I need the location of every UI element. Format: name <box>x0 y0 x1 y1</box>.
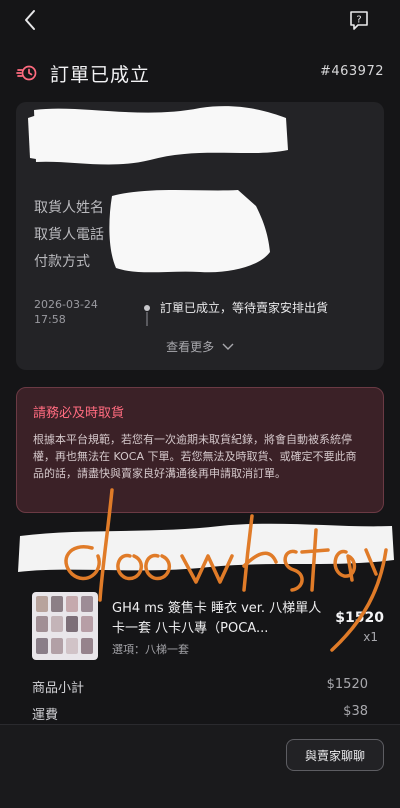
subtotal-label: 商品小計 <box>32 681 85 696</box>
subtotal-value: $1520 <box>326 677 368 692</box>
timeline-date-time: 17:58 <box>34 313 66 326</box>
help-button[interactable]: ? <box>348 9 372 33</box>
alert-title: 請務必及時取貨 <box>33 406 125 421</box>
order-status-title: 訂單已成立 <box>50 63 151 86</box>
payment-method-label: 付款方式 <box>34 254 90 270</box>
timeline-line <box>146 312 148 326</box>
pickup-warning-alert: 請務必及時取貨 根據本平台規範，若您有一次逾期未取貨紀錄，將會自動被系統停權，再… <box>16 387 384 513</box>
order-info-card: 取貨人姓名 取貨人電話 付款方式 2026-03-24 17:58 訂單已成立，… <box>16 102 384 370</box>
product-name: GH4 ms 簽售卡 睡衣 ver. 八梯單人卡一套 八卡八專（POCA... <box>112 601 322 636</box>
chevron-down-icon <box>222 343 234 350</box>
chevron-left-icon <box>25 10 35 30</box>
order-header: 訂單已成立 #463972 <box>16 58 384 88</box>
recipient-phone-label: 取貨人電話 <box>34 227 104 243</box>
order-status-icon <box>16 65 37 81</box>
recipient-name-label: 取貨人姓名 <box>34 200 104 216</box>
chat-with-seller-button[interactable]: 與賣家聊聊 <box>286 739 384 771</box>
help-chat-icon: ? <box>350 11 368 30</box>
svg-text:?: ? <box>356 15 361 26</box>
shipping-value: $38 <box>343 704 368 719</box>
see-more-label: 查看更多 <box>166 340 215 354</box>
back-button[interactable] <box>16 6 44 34</box>
product-row[interactable]: GH4 ms 簽售卡 睡衣 ver. 八梯單人卡一套 八卡八專（POCA... … <box>16 580 384 660</box>
timeline-date-day: 2026-03-24 <box>34 298 98 311</box>
redaction-scribble-banner <box>18 523 394 572</box>
order-number: #463972 <box>319 64 384 79</box>
product-thumbnail <box>32 592 98 660</box>
alert-body: 根據本平台規範，若您有一次逾期未取貨紀錄，將會自動被系統停權，再也無法在 KOC… <box>33 433 357 480</box>
timeline-dot <box>144 305 150 311</box>
timeline-event: 訂單已成立，等待賣家安排出貨 <box>160 301 329 315</box>
see-more-button[interactable]: 查看更多 <box>16 338 384 355</box>
product-option: 選項：八梯一套 <box>112 643 189 656</box>
timeline-date: 2026-03-24 17:58 <box>34 297 114 327</box>
shipping-label: 運費 <box>32 708 59 723</box>
top-bar: ? <box>0 0 400 44</box>
product-price: $1520 <box>335 610 384 626</box>
product-quantity: x1 <box>363 630 378 644</box>
bottom-action-bar: 與賣家聊聊 <box>0 724 400 808</box>
